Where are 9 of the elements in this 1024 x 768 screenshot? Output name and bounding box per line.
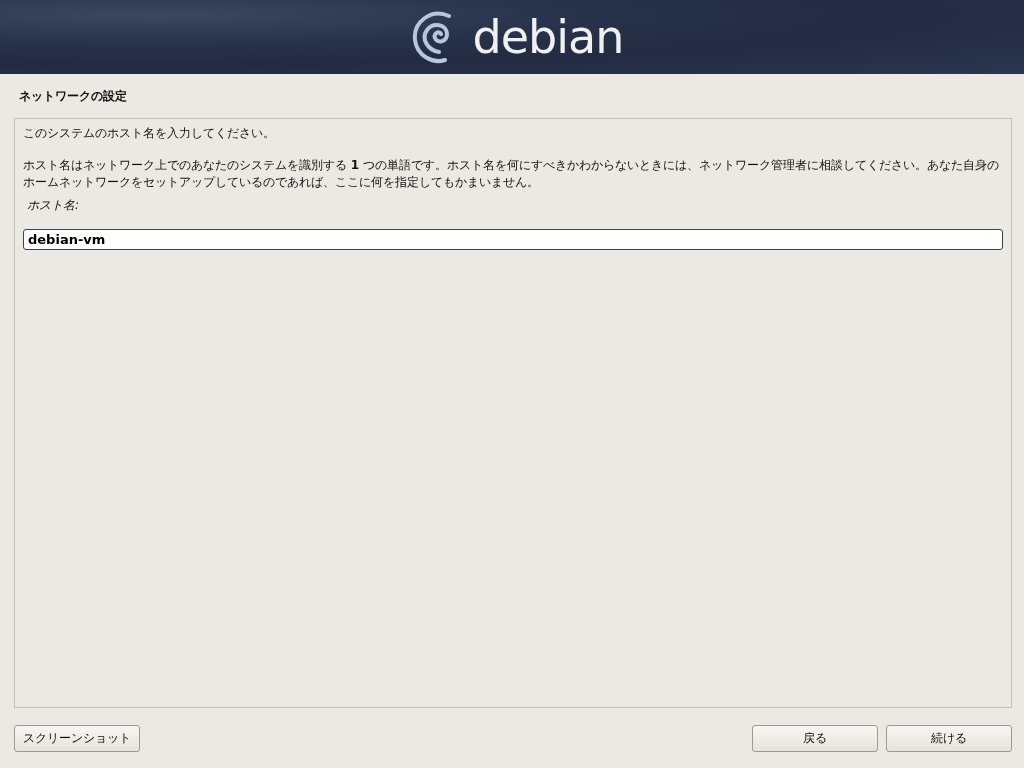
- page-title: ネットワークの設定: [18, 88, 128, 104]
- screenshot-button[interactable]: スクリーンショット: [14, 724, 140, 752]
- intro-text: このシステムのホスト名を入力してください。: [23, 125, 276, 142]
- description-text: ホスト名はネットワーク上でのあなたのシステムを識別する 1 つの単語です。ホスト名を何にすべきかわからないときには、ネットワーク管理者に相談してください。あなた自身のホームネットワークをセットアップしているのであれば、ここに何を指定してもかまいません。: [23, 157, 1000, 191]
- logo-text: debian: [472, 14, 624, 60]
- continue-button[interactable]: 続ける: [886, 724, 1012, 752]
- back-button[interactable]: 戻る: [752, 724, 878, 752]
- hostname-input-field[interactable]: debian-vm: [23, 229, 1003, 250]
- field-label: ホスト名:: [27, 197, 81, 214]
